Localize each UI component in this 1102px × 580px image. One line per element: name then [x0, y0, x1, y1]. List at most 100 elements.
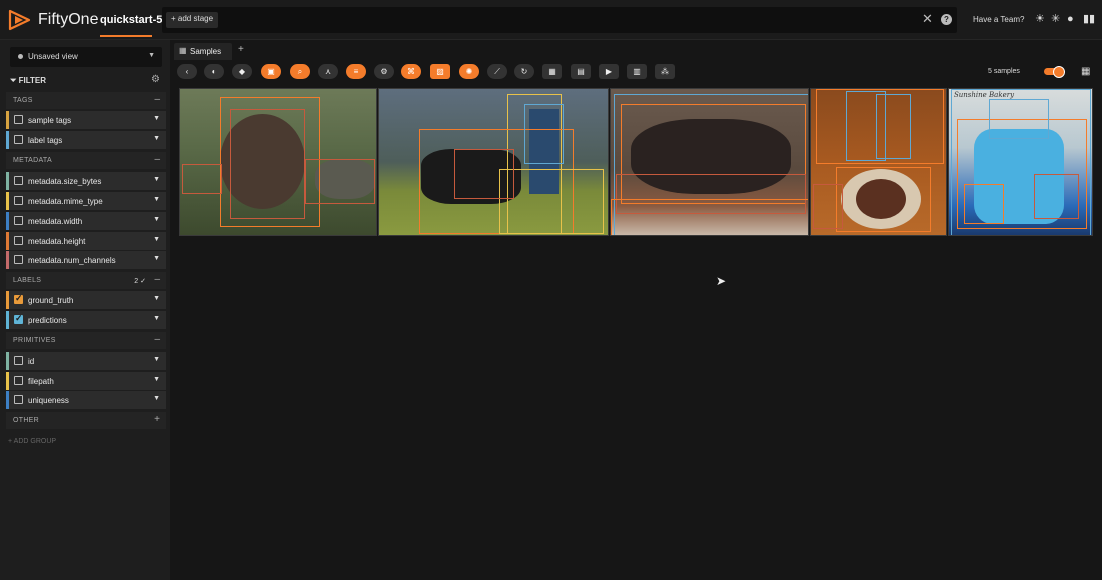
chevron-down-icon[interactable]: ▼ [153, 115, 160, 122]
chevron-down-icon: ▼ [148, 52, 155, 59]
sidebar-item-predictions[interactable]: predictions ▼ [6, 311, 166, 329]
sidebar-item-num-channels[interactable]: metadata.num_channels ▼ [6, 251, 166, 269]
field-checkbox[interactable] [14, 255, 23, 264]
section-other[interactable]: OTHER + [6, 412, 166, 429]
tab-samples[interactable]: ▦ Samples [174, 43, 232, 60]
grid-zoom-slider[interactable] [1044, 66, 1065, 78]
section-metadata[interactable]: METADATA – [6, 152, 166, 169]
section-other-title: OTHER [13, 417, 39, 424]
grid-settings-icon[interactable]: ▦ [1081, 66, 1090, 77]
chevron-down-icon[interactable]: ▼ [153, 216, 160, 223]
field-checkbox[interactable] [14, 176, 23, 185]
embeddings-icon[interactable]: ▤ [571, 64, 591, 79]
chevron-down-icon[interactable]: ▼ [153, 196, 160, 203]
add-stage-button[interactable]: + add stage [166, 12, 219, 28]
filter-heading-label: FILTER [18, 76, 47, 85]
search-icon[interactable]: ⌕ [290, 64, 310, 79]
table-icon[interactable]: ▦ [542, 64, 562, 79]
sample-thumbnail-cat[interactable] [610, 88, 809, 236]
sample-thumbnail-horse-rider[interactable] [378, 88, 609, 236]
collapse-icon[interactable]: – [154, 334, 160, 345]
field-checkbox[interactable] [14, 293, 23, 304]
docs-icon[interactable]: ▮▮ [1083, 13, 1095, 25]
color-palette-icon[interactable]: ◐ [204, 64, 224, 79]
slack-icon[interactable]: ✳ [1051, 13, 1060, 25]
trend-icon[interactable]: ⟋ [487, 64, 507, 79]
view-bar[interactable]: + add stage [162, 7, 957, 33]
dataset-name[interactable]: quickstart-5 [100, 14, 162, 26]
histogram-icon[interactable]: ▥ [627, 64, 647, 79]
scatter-icon[interactable]: ⁂ [655, 64, 675, 79]
field-checkbox[interactable] [14, 356, 23, 365]
similarity-icon[interactable]: ⌘ [401, 64, 421, 79]
field-checkbox[interactable] [14, 135, 23, 144]
field-label: id [28, 357, 35, 366]
field-checkbox[interactable] [14, 236, 23, 245]
field-color-bar [6, 111, 9, 129]
field-label: metadata.mime_type [28, 197, 103, 206]
chevron-down-icon[interactable]: ▼ [153, 135, 160, 142]
sample-thumbnail-turkey[interactable] [179, 88, 377, 236]
back-icon[interactable]: ‹ [177, 64, 197, 79]
add-group-button[interactable]: + ADD GROUP [8, 438, 56, 445]
merge-icon[interactable]: ⋏ [318, 64, 338, 79]
image-icon[interactable]: ▨ [430, 64, 450, 79]
field-checkbox[interactable] [14, 115, 23, 124]
help-icon[interactable]: ? [941, 14, 952, 25]
field-label: metadata.num_channels [28, 256, 116, 265]
brain-icon[interactable]: ✺ [459, 64, 479, 79]
chevron-down-icon[interactable]: ▼ [153, 176, 160, 183]
sidebar-item-width[interactable]: metadata.width ▼ [6, 212, 166, 230]
actions-toolbar: ‹ ◐ ◆ ▣ ⌕ ⋏ ≡ ⚙ ⌘ ▨ ✺ ⟋ ↻ ▦ ▤ ▶ ▥ ⁂ 5 sa… [170, 60, 1102, 85]
field-checkbox[interactable] [14, 216, 23, 225]
panel-tabs: ▦ Samples + [170, 40, 1102, 60]
sidebar-item-mime-type[interactable]: metadata.mime_type ▼ [6, 192, 166, 210]
settings-icon[interactable]: ⚙ [374, 64, 394, 79]
bbox [816, 89, 944, 164]
chevron-down-icon[interactable]: ▼ [153, 376, 160, 383]
field-checkbox[interactable] [14, 313, 23, 324]
fiftyone-logo-icon[interactable] [8, 8, 32, 32]
sidebar-item-size-bytes[interactable]: metadata.size_bytes ▼ [6, 172, 166, 190]
chevron-down-icon[interactable]: ▼ [153, 395, 160, 402]
collapse-icon[interactable]: – [154, 154, 160, 165]
clear-view-icon[interactable]: ✕ [922, 12, 933, 26]
sample-thumbnail-dinner[interactable] [810, 88, 947, 236]
section-tags[interactable]: TAGS – [6, 92, 166, 109]
sidebar-item-ground-truth[interactable]: ground_truth ▼ [6, 291, 166, 309]
theme-toggle-icon[interactable]: ☀ [1035, 13, 1045, 25]
add-panel-icon[interactable]: + [238, 44, 244, 55]
field-checkbox[interactable] [14, 395, 23, 404]
grid-icon: ▦ [179, 46, 187, 55]
have-a-team-link[interactable]: Have a Team? [973, 15, 1024, 24]
collapse-icon[interactable]: – [154, 274, 160, 285]
chevron-down-icon[interactable]: ▼ [153, 356, 160, 363]
video-icon[interactable]: ▶ [599, 64, 619, 79]
bbox [989, 99, 1049, 139]
section-primitives[interactable]: PRIMITIVES – [6, 332, 166, 349]
expand-icon[interactable]: + [154, 414, 160, 425]
refresh-icon[interactable]: ↻ [514, 64, 534, 79]
chevron-down-icon[interactable]: ▼ [153, 315, 160, 322]
sidebar-item-height[interactable]: metadata.height ▼ [6, 232, 166, 250]
sort-icon[interactable]: ≡ [346, 64, 366, 79]
sidebar-item-uniqueness[interactable]: uniqueness ▼ [6, 391, 166, 409]
field-color-bar [6, 212, 9, 230]
sample-thumbnail-cake[interactable]: Sunshine Bakery [948, 88, 1093, 236]
sidebar-settings-icon[interactable]: ⚙ [151, 74, 160, 85]
github-icon[interactable]: ● [1067, 13, 1074, 25]
chevron-down-icon[interactable]: ▼ [153, 295, 160, 302]
field-checkbox[interactable] [14, 196, 23, 205]
patches-icon[interactable]: ▣ [261, 64, 281, 79]
sidebar-item-filepath[interactable]: filepath ▼ [6, 372, 166, 390]
chevron-down-icon[interactable]: ▼ [153, 255, 160, 262]
sidebar-item-id[interactable]: id ▼ [6, 352, 166, 370]
tag-icon[interactable]: ◆ [232, 64, 252, 79]
chevron-down-icon[interactable]: ▼ [153, 236, 160, 243]
sidebar-item-label-tags[interactable]: label tags ▼ [6, 131, 166, 149]
saved-view-selector[interactable]: Unsaved view ▼ [10, 47, 162, 67]
field-checkbox[interactable] [14, 376, 23, 385]
sidebar-item-sample-tags[interactable]: sample tags ▼ [6, 111, 166, 129]
section-labels[interactable]: LABELS 2 ✓ – [6, 272, 166, 289]
collapse-icon[interactable]: – [154, 94, 160, 105]
